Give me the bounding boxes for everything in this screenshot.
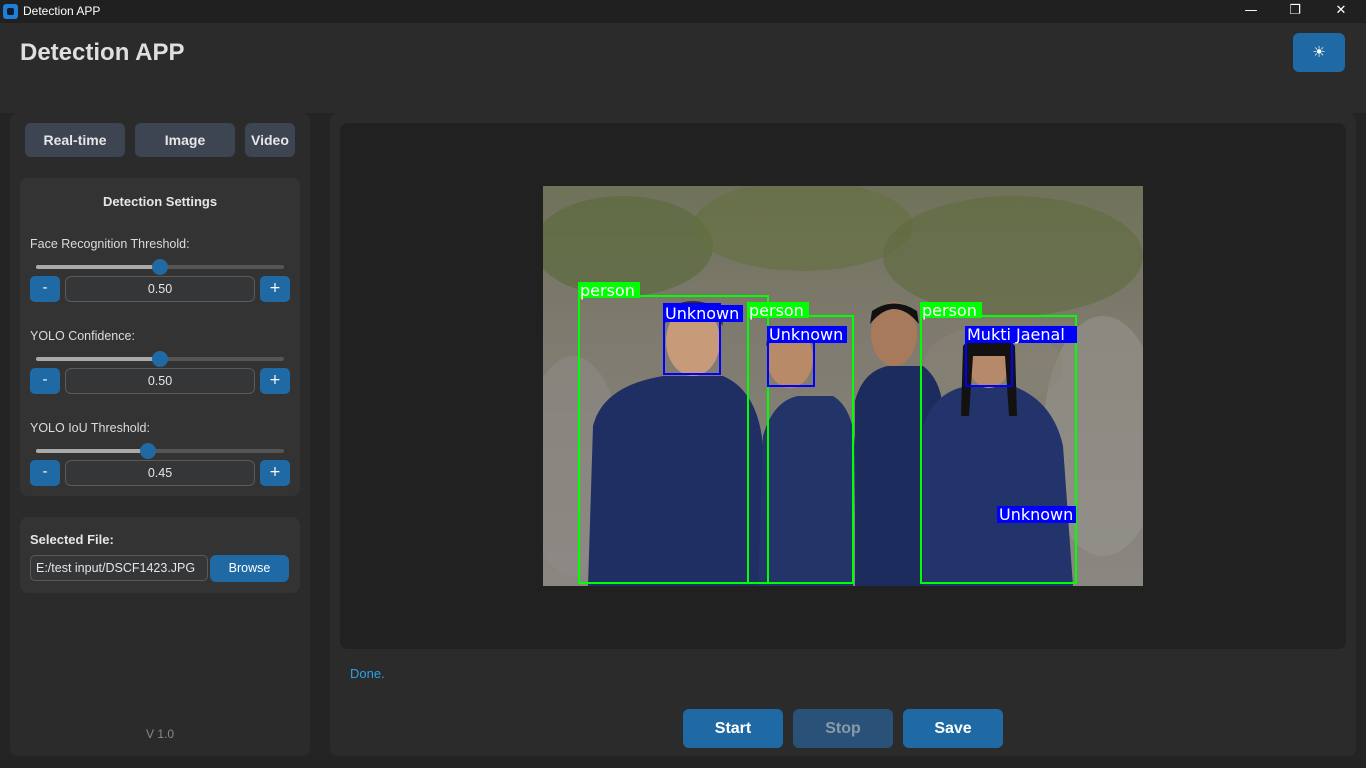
save-button[interactable]: Save bbox=[903, 709, 1003, 748]
settings-title: Detection Settings bbox=[102, 194, 218, 209]
face-label-3: Mukti Jaenal bbox=[967, 325, 1065, 344]
tab-real-time[interactable]: Real-time bbox=[25, 123, 125, 157]
page-title: Detection APP bbox=[20, 39, 185, 66]
detection-image: person person person Unknown Unknown Muk… bbox=[543, 186, 1143, 586]
face-label-4: Unknown bbox=[999, 505, 1073, 524]
window-title: Detection APP bbox=[23, 4, 101, 18]
face-threshold-slider[interactable] bbox=[36, 259, 284, 275]
sun-icon: ☀ bbox=[1312, 43, 1326, 61]
slider-knob[interactable] bbox=[152, 351, 168, 367]
file-path-field[interactable]: E:/test input/DSCF1423.JPG bbox=[30, 555, 208, 581]
yolo-iou-slider[interactable] bbox=[36, 443, 284, 459]
yolo-confidence-slider[interactable] bbox=[36, 351, 284, 367]
minimize-button[interactable]: — bbox=[1228, 0, 1274, 23]
window-titlebar: Detection APP — ❐ ✕ bbox=[0, 0, 1366, 23]
image-display: person person person Unknown Unknown Muk… bbox=[340, 123, 1346, 649]
yolo-iou-value[interactable]: 0.45 bbox=[65, 460, 255, 486]
slider-knob[interactable] bbox=[139, 443, 156, 459]
yolo-iou-increase-button[interactable]: + bbox=[260, 460, 290, 486]
version-label: V 1.0 bbox=[145, 727, 175, 741]
detection-settings-panel: Detection Settings Face Recognition Thre… bbox=[20, 178, 300, 496]
slider-fill bbox=[36, 357, 160, 361]
tab-video[interactable]: Video bbox=[245, 123, 295, 157]
yolo-iou-decrease-button[interactable]: - bbox=[30, 460, 60, 486]
close-button[interactable]: ✕ bbox=[1318, 0, 1364, 23]
face-threshold-value[interactable]: 0.50 bbox=[65, 276, 255, 302]
slider-fill bbox=[36, 449, 148, 453]
tab-image[interactable]: Image bbox=[135, 123, 235, 157]
face-threshold-label: Face Recognition Threshold: bbox=[30, 237, 190, 251]
face-label-1: Unknown bbox=[665, 304, 739, 323]
face-threshold-decrease-button[interactable]: - bbox=[30, 276, 60, 302]
face-threshold-increase-button[interactable]: + bbox=[260, 276, 290, 302]
main-panel: person person person Unknown Unknown Muk… bbox=[330, 113, 1356, 756]
browse-button[interactable]: Browse bbox=[210, 555, 289, 582]
person-label-1: person bbox=[580, 281, 635, 300]
selected-file-label: Selected File: bbox=[30, 532, 114, 547]
theme-toggle-button[interactable]: ☀ bbox=[1293, 33, 1345, 72]
app-header: Detection APP ☀ bbox=[0, 23, 1366, 113]
person-label-3: person bbox=[922, 301, 977, 320]
app-icon bbox=[3, 4, 18, 19]
yolo-confidence-decrease-button[interactable]: - bbox=[30, 368, 60, 394]
maximize-button[interactable]: ❐ bbox=[1272, 0, 1318, 23]
sidebar: Real-time Image Video Detection Settings… bbox=[10, 113, 310, 756]
slider-knob[interactable] bbox=[152, 259, 168, 275]
yolo-confidence-value[interactable]: 0.50 bbox=[65, 368, 255, 394]
person-label-2: person bbox=[749, 301, 804, 320]
slider-fill bbox=[36, 265, 160, 269]
yolo-iou-label: YOLO IoU Threshold: bbox=[30, 421, 150, 435]
yolo-confidence-increase-button[interactable]: + bbox=[260, 368, 290, 394]
status-text: Done. bbox=[350, 666, 385, 681]
yolo-confidence-label: YOLO Confidence: bbox=[30, 329, 135, 343]
stop-button[interactable]: Stop bbox=[793, 709, 893, 748]
file-panel: Selected File: E:/test input/DSCF1423.JP… bbox=[20, 517, 300, 593]
face-label-2: Unknown bbox=[769, 325, 843, 344]
start-button[interactable]: Start bbox=[683, 709, 783, 748]
